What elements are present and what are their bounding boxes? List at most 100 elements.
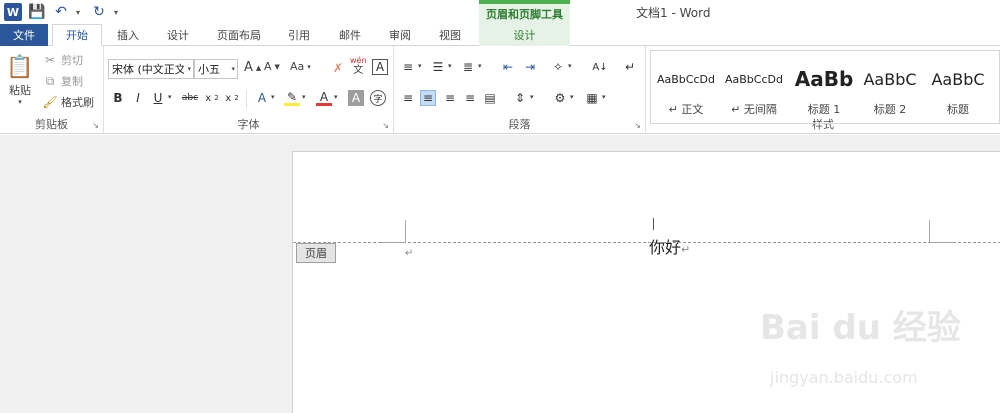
clipboard-group: 📋 粘贴 ▾ ✂ 剪切 ⧉ 复制 🖌 格式刷 剪贴板 ↘	[0, 46, 104, 134]
tab-page-layout[interactable]: 页面布局	[206, 24, 272, 46]
align-right-icon[interactable]: ≡	[442, 90, 458, 106]
paste-icon: 📋	[6, 54, 34, 80]
divider	[246, 90, 247, 108]
text-effects-icon[interactable]: A	[254, 90, 270, 106]
asian-layout-icon[interactable]: ✧	[550, 59, 566, 75]
align-left-icon[interactable]: ≡	[400, 90, 416, 106]
undo-dropdown-icon[interactable]: ▾	[76, 8, 84, 17]
multilevel-dropdown-icon[interactable]: ▾	[478, 62, 482, 70]
justify-icon[interactable]: ≡	[462, 90, 478, 106]
chevron-down-icon: ▾	[231, 65, 235, 73]
italic-icon[interactable]: I	[130, 90, 146, 106]
sort-icon[interactable]: A↓	[592, 59, 608, 75]
highlight-icon[interactable]: ✎	[284, 90, 300, 106]
style-preview: AaBbC	[863, 69, 917, 89]
enclose-characters-icon[interactable]: 字	[370, 90, 386, 106]
tab-view[interactable]: 视图	[427, 24, 473, 46]
style-normal[interactable]: AaBbCcDd ↵ 正文	[653, 57, 719, 123]
tab-insert[interactable]: 插入	[105, 24, 151, 46]
style-name: 标题 1	[807, 103, 841, 116]
borders-icon[interactable]: ▦	[584, 90, 600, 106]
header-footer-tools-label: 页眉和页脚工具	[479, 0, 570, 24]
font-color-icon[interactable]: A	[316, 90, 332, 106]
bullets-icon[interactable]: ≡	[400, 59, 416, 75]
grow-font-button[interactable]: A ▲	[244, 60, 261, 75]
shading-icon[interactable]: ⚙	[552, 90, 568, 106]
numbering-icon[interactable]: ☰	[430, 59, 446, 75]
font-color-dropdown-icon[interactable]: ▾	[334, 93, 338, 101]
decrease-indent-icon[interactable]: ⇤	[500, 59, 516, 75]
font-group-label: 字体	[237, 118, 260, 131]
font-size-select[interactable]: 小五 ▾	[194, 59, 238, 79]
style-preview: AaBbCcDd	[657, 72, 715, 86]
line-spacing-dropdown-icon[interactable]: ▾	[530, 93, 534, 101]
copy-button[interactable]: ⧉ 复制	[42, 73, 83, 89]
font-family-select[interactable]: 宋体 (中文正文 ▾	[108, 59, 194, 79]
cut-button[interactable]: ✂ 剪切	[42, 52, 83, 68]
paragraph-launcher-icon[interactable]: ↘	[634, 121, 641, 130]
style-title[interactable]: AaBbC 标题	[925, 57, 991, 123]
header-tag[interactable]: 页眉	[296, 243, 336, 263]
underline-icon[interactable]: U	[150, 90, 166, 106]
paste-button[interactable]: 📋 粘贴 ▾	[4, 52, 36, 107]
crop-mark	[929, 220, 930, 242]
undo-icon[interactable]: ↶	[52, 3, 70, 21]
scissors-icon: ✂	[44, 53, 56, 67]
style-name: 标题	[947, 103, 969, 116]
paste-label: 粘贴	[9, 84, 31, 97]
font-group: 宋体 (中文正文 ▾ 小五 ▾ A ▲ A ▼ Aa ▾ ✗ wén 文 A B I…	[104, 46, 394, 134]
multilevel-list-icon[interactable]: ≣	[460, 59, 476, 75]
tab-file[interactable]: 文件	[0, 24, 48, 46]
quick-access-toolbar: W 💾 ↶ ▾ ↻ ▾	[4, 2, 122, 22]
tab-mailings[interactable]: 邮件	[327, 24, 373, 46]
style-heading-2[interactable]: AaBbC 标题 2	[857, 57, 923, 123]
tab-header-footer-design[interactable]: 设计	[479, 24, 570, 46]
header-separator	[293, 242, 1000, 243]
line-spacing-icon[interactable]: ⇕	[512, 90, 528, 106]
font-launcher-icon[interactable]: ↘	[382, 121, 389, 130]
increase-indent-icon[interactable]: ⇥	[522, 59, 538, 75]
style-preview: AaBbCcDd	[725, 72, 783, 86]
borders-dropdown-icon[interactable]: ▾	[602, 93, 606, 101]
bold-icon[interactable]: B	[110, 90, 126, 106]
numbering-dropdown-icon[interactable]: ▾	[448, 62, 452, 70]
format-painter-button[interactable]: 🖌 格式刷	[42, 94, 94, 110]
tab-home[interactable]: 开始	[52, 24, 102, 46]
customize-qat-icon[interactable]: ▾	[114, 8, 122, 17]
style-heading-1[interactable]: AaBb 标题 1	[791, 57, 857, 123]
redo-icon[interactable]: ↻	[90, 3, 108, 21]
bullets-dropdown-icon[interactable]: ▾	[418, 62, 422, 70]
phonetic-char-icon: 文	[353, 65, 364, 76]
underline-dropdown-icon[interactable]: ▾	[168, 93, 172, 101]
phonetic-guide-button[interactable]: wén 文	[350, 56, 367, 76]
clipboard-launcher-icon[interactable]: ↘	[92, 121, 99, 130]
superscript-icon[interactable]: x2	[224, 90, 240, 106]
style-preview: AaBb	[794, 67, 854, 91]
text-effects-dropdown-icon[interactable]: ▾	[271, 93, 275, 101]
save-icon[interactable]: 💾	[28, 3, 46, 21]
font-size-value: 小五	[198, 63, 220, 76]
paragraph-mark: ↵	[405, 248, 414, 259]
tab-references[interactable]: 引用	[276, 24, 322, 46]
shrink-font-button[interactable]: A ▼	[264, 60, 280, 73]
align-center-icon[interactable]: ≡	[420, 90, 436, 106]
strikethrough-icon[interactable]: abc	[180, 90, 200, 106]
distributed-icon[interactable]: ▤	[482, 90, 498, 106]
style-name: 标题 2	[873, 103, 907, 116]
character-border-icon[interactable]: A	[372, 59, 388, 75]
show-marks-icon[interactable]: ↵	[622, 59, 638, 75]
clear-formatting-icon[interactable]: ✗	[330, 60, 346, 76]
word-logo-icon[interactable]: W	[4, 3, 22, 21]
character-shading-icon[interactable]: A	[348, 90, 364, 106]
tab-design[interactable]: 设计	[155, 24, 201, 46]
style-no-spacing[interactable]: AaBbCcDd ↵ 无间隔	[721, 57, 787, 123]
asian-layout-dropdown-icon[interactable]: ▾	[568, 62, 572, 70]
header-text[interactable]: 你好↵	[649, 234, 690, 258]
shading-dropdown-icon[interactable]: ▾	[570, 93, 574, 101]
tab-review[interactable]: 审阅	[377, 24, 423, 46]
subscript-icon[interactable]: x2	[204, 90, 220, 106]
chevron-down-icon: ▾	[187, 65, 191, 73]
change-case-button[interactable]: Aa ▾	[290, 60, 311, 73]
highlight-dropdown-icon[interactable]: ▾	[302, 93, 306, 101]
clipboard-group-label: 剪贴板	[35, 118, 68, 131]
